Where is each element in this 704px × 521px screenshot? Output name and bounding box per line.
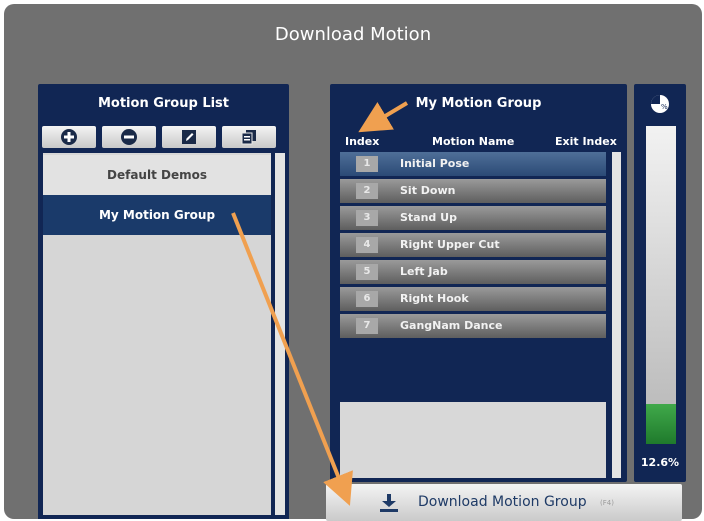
percent-pie-icon: % (651, 95, 669, 113)
edit-group-button[interactable] (162, 126, 216, 148)
pencil-edit-icon (182, 130, 196, 144)
motion-group-title: My Motion Group (415, 96, 542, 111)
row-motion-name: Right Upper Cut (400, 238, 500, 251)
row-index: 7 (356, 318, 378, 334)
progress-bar-track (646, 126, 676, 444)
row-index: 6 (356, 291, 378, 307)
minus-circle-icon (121, 129, 137, 145)
table-row[interactable]: 1 Initial Pose (340, 152, 606, 176)
add-group-button[interactable] (42, 126, 96, 148)
column-header-motion-name: Motion Name (432, 135, 515, 148)
download-button-label: Download Motion Group (418, 494, 587, 510)
motion-table-scrollbar[interactable] (612, 152, 621, 478)
download-shortcut-hint: (F4) (600, 499, 614, 507)
table-row[interactable]: 2 Sit Down (340, 179, 606, 203)
motion-group-list: Default Demos My Motion Group (43, 153, 271, 515)
row-index: 5 (356, 264, 378, 280)
download-motion-window: Download Motion Motion Group List Defaul… (4, 4, 702, 519)
list-item-my-motion-group[interactable]: My Motion Group (43, 195, 271, 235)
table-row[interactable]: 5 Left Jab (340, 260, 606, 284)
row-index: 2 (356, 183, 378, 199)
motion-group-list-panel: Motion Group List Default Demos My Motio… (38, 84, 289, 519)
row-motion-name: Initial Pose (400, 157, 470, 170)
download-motion-group-button[interactable]: Download Motion Group (F4) (326, 484, 682, 521)
motion-group-panel: My Motion Group Index Motion Name Exit I… (330, 84, 627, 482)
svg-text:%: % (661, 103, 668, 111)
list-item-default-demos[interactable]: Default Demos (43, 155, 271, 195)
table-row[interactable]: 6 Right Hook (340, 287, 606, 311)
table-row[interactable]: 7 GangNam Dance (340, 314, 606, 338)
row-motion-name: GangNam Dance (400, 319, 503, 332)
download-progress-panel: % 12.6% (634, 84, 686, 482)
row-motion-name: Sit Down (400, 184, 456, 197)
window-title: Download Motion (274, 24, 432, 45)
progress-percentage: 12.6% (640, 456, 680, 469)
table-row[interactable]: 3 Stand Up (340, 206, 606, 230)
motion-group-list-title: Motion Group List (97, 96, 230, 111)
plus-circle-icon (61, 129, 77, 145)
column-header-exit-index: Exit Index (555, 135, 617, 148)
group-list-scrollbar[interactable] (275, 153, 285, 515)
copy-group-button[interactable] (222, 126, 276, 148)
table-row[interactable]: 4 Right Upper Cut (340, 233, 606, 257)
row-motion-name: Stand Up (400, 211, 457, 224)
download-icon (380, 494, 398, 512)
progress-bar-fill (646, 403, 676, 444)
copy-icon (241, 130, 256, 145)
remove-group-button[interactable] (102, 126, 156, 148)
row-index: 3 (356, 210, 378, 226)
row-index: 1 (356, 156, 378, 172)
motion-table-empty-area (340, 402, 606, 478)
row-motion-name: Right Hook (400, 292, 469, 305)
column-header-index: Index (345, 135, 380, 148)
row-index: 4 (356, 237, 378, 253)
row-motion-name: Left Jab (400, 265, 448, 278)
